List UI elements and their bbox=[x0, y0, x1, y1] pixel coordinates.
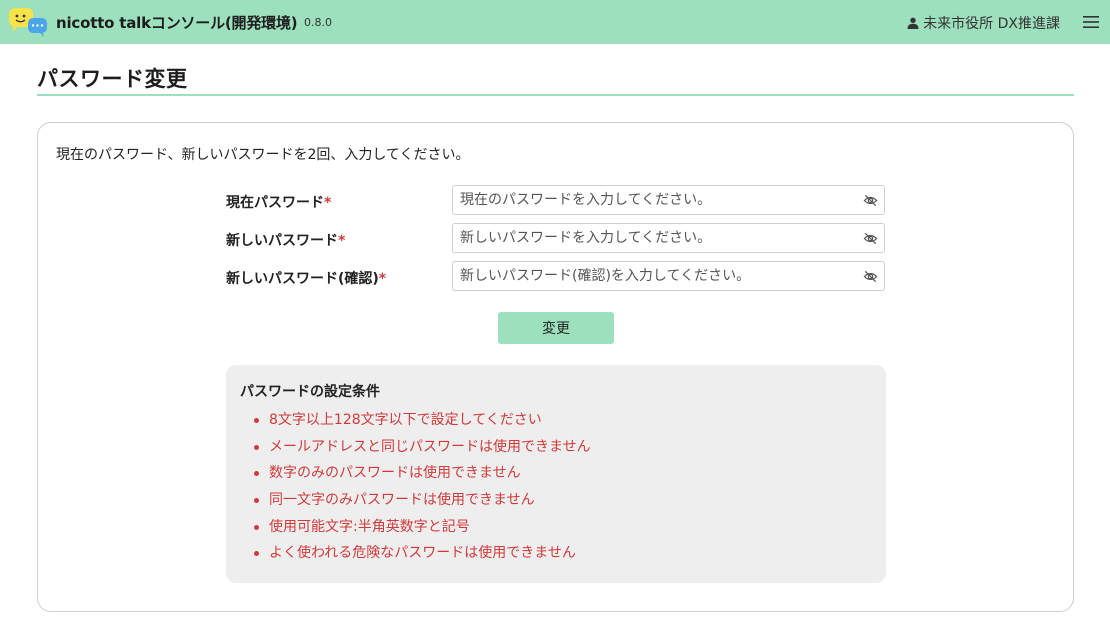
condition-text: 8文字以上128文字以下で設定してください bbox=[269, 412, 542, 428]
user-icon bbox=[907, 17, 919, 29]
list-item: メールアドレスと同じパスワードは使用できません bbox=[240, 434, 591, 461]
user-menu[interactable]: 未来市役所 DX推進課 bbox=[907, 13, 1060, 33]
new-password-input[interactable] bbox=[453, 224, 853, 252]
new-password-label-text: 新しいパスワード bbox=[226, 233, 338, 249]
hamburger-menu-icon[interactable] bbox=[1082, 13, 1100, 31]
eye-slash-icon[interactable] bbox=[863, 231, 878, 246]
confirm-password-row: 新しいパスワード(確認)* bbox=[226, 261, 886, 291]
bullet-icon bbox=[254, 471, 259, 477]
bullet-icon bbox=[254, 418, 259, 423]
current-password-input[interactable] bbox=[453, 186, 853, 214]
bullet-icon bbox=[254, 524, 259, 530]
list-item: よく使われる危険なパスワードは使用できません bbox=[240, 540, 591, 567]
app-header: nicotto talkコンソール(開発環境) 0.8.0 未来市役所 DX推進… bbox=[0, 0, 1110, 44]
change-password-button[interactable]: 変更 bbox=[498, 312, 614, 344]
new-password-label: 新しいパスワード* bbox=[226, 230, 345, 250]
list-item: 同一文字のみパスワードは使用できません bbox=[240, 487, 591, 514]
condition-text: 数字のみのパスワードは使用できません bbox=[269, 465, 521, 482]
confirm-password-label-text: 新しいパスワード(確認) bbox=[226, 271, 379, 287]
conditions-title: パスワードの設定条件 bbox=[240, 384, 380, 400]
password-change-card: 現在のパスワード、新しいパスワードを2回、入力してください。 現在パスワード* … bbox=[37, 122, 1074, 612]
eye-slash-icon[interactable] bbox=[863, 193, 878, 208]
bullet-icon bbox=[254, 444, 259, 450]
current-password-label: 現在パスワード* bbox=[226, 192, 331, 212]
confirm-password-input[interactable] bbox=[453, 262, 853, 290]
eye-slash-icon[interactable] bbox=[863, 269, 878, 284]
conditions-list: 8文字以上128文字以下で設定してください メールアドレスと同じパスワードは使用… bbox=[240, 407, 591, 567]
required-mark: * bbox=[338, 233, 346, 249]
required-mark: * bbox=[324, 195, 332, 211]
bullet-icon bbox=[254, 498, 259, 504]
app-title: nicotto talkコンソール(開発環境) bbox=[56, 14, 298, 32]
condition-text: よく使われる危険なパスワードは使用できません bbox=[269, 545, 576, 562]
app-version: 0.8.0 bbox=[304, 16, 332, 29]
current-password-label-text: 現在パスワード bbox=[226, 195, 324, 211]
bullet-icon bbox=[254, 551, 259, 557]
current-password-row: 現在パスワード* bbox=[226, 185, 886, 215]
instruction-text: 現在のパスワード、新しいパスワードを2回、入力してください。 bbox=[56, 147, 470, 163]
confirm-password-field-wrapper bbox=[452, 261, 885, 291]
page-title: パスワード変更 bbox=[37, 67, 188, 91]
new-password-row: 新しいパスワード* bbox=[226, 223, 886, 253]
password-conditions-box: パスワードの設定条件 8文字以上128文字以下で設定してください メールアドレス… bbox=[226, 365, 886, 583]
condition-text: 同一文字のみパスワードは使用できません bbox=[269, 492, 535, 509]
list-item: 使用可能文字:半角英数字と記号 bbox=[240, 514, 591, 541]
chat-bubbles-logo-icon bbox=[9, 8, 47, 37]
list-item: 8文字以上128文字以下で設定してください bbox=[240, 407, 591, 434]
condition-text: 使用可能文字:半角英数字と記号 bbox=[269, 518, 470, 535]
confirm-password-label: 新しいパスワード(確認)* bbox=[226, 268, 386, 288]
list-item: 数字のみのパスワードは使用できません bbox=[240, 460, 591, 487]
user-name: 未来市役所 DX推進課 bbox=[923, 16, 1060, 32]
required-mark: * bbox=[378, 271, 387, 287]
condition-text: メールアドレスと同じパスワードは使用できません bbox=[269, 438, 591, 455]
title-divider bbox=[37, 94, 1074, 96]
new-password-field-wrapper bbox=[452, 223, 885, 253]
current-password-field-wrapper bbox=[452, 185, 885, 215]
